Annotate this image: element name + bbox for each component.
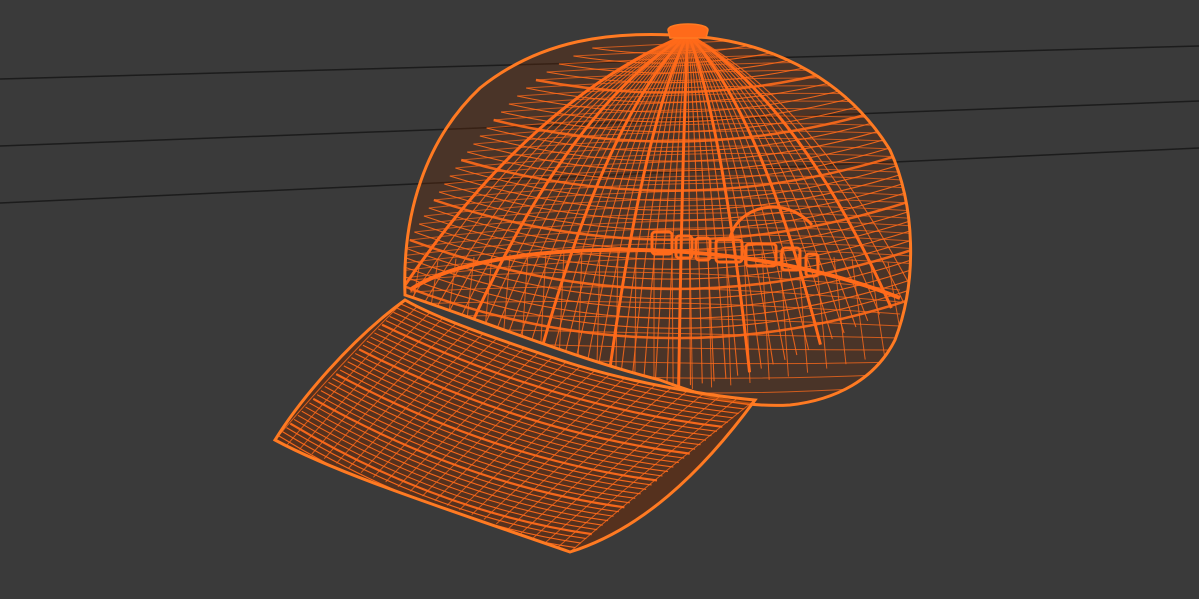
- 3d-viewport[interactable]: [0, 0, 1199, 599]
- viewport-canvas[interactable]: [0, 0, 1199, 599]
- cap-top-button: [667, 23, 709, 39]
